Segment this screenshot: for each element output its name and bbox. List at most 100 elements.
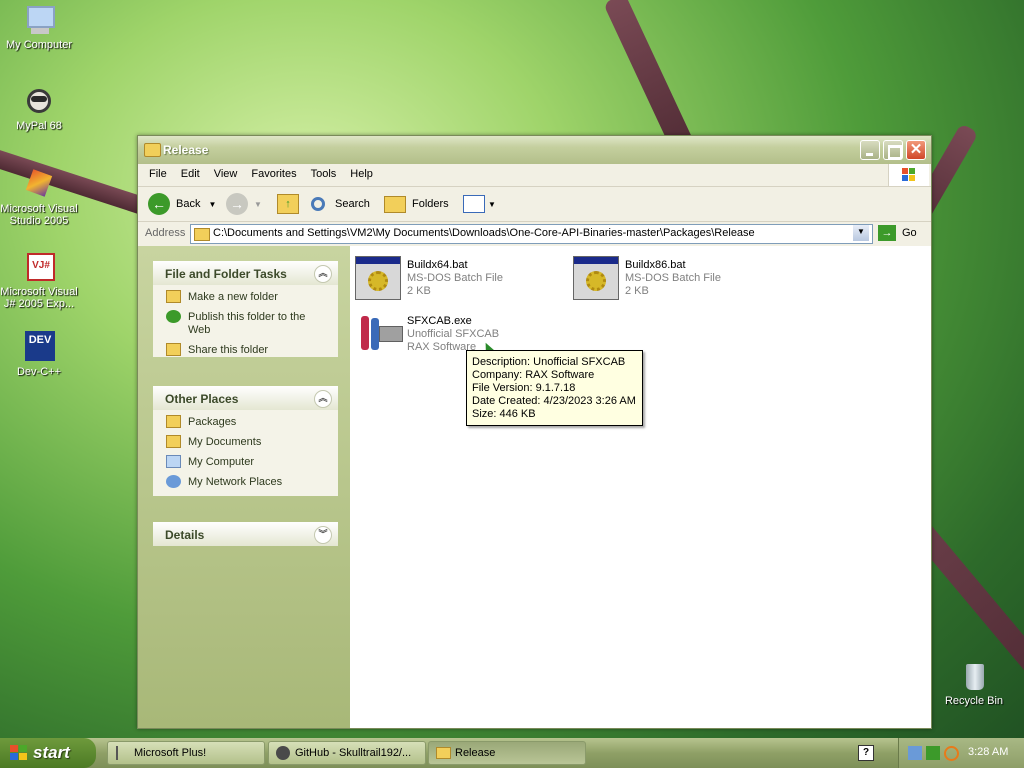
file-item[interactable]: Buildx86.bat MS-DOS Batch File 2 KB — [573, 256, 783, 304]
plus-icon — [116, 746, 128, 760]
share-folder-icon — [166, 343, 181, 356]
start-button[interactable]: start — [0, 738, 96, 768]
tooltip-version: File Version: 9.1.7.18 — [472, 382, 576, 394]
desktop-icon-label: My Computer — [5, 39, 73, 51]
file-info-tooltip: Description: Unofficial SFXCAB Company: … — [466, 350, 643, 426]
browser-icon — [276, 746, 290, 760]
task-pane: File and Folder Tasks ︽ Make a new folde… — [138, 246, 350, 728]
folder-icon — [194, 228, 210, 241]
back-arrow-icon: ← — [148, 193, 170, 215]
desktop-icon-label: MyPal 68 — [16, 120, 62, 132]
file-type: MS-DOS Batch File — [407, 272, 503, 284]
file-folder-tasks-panel: File and Folder Tasks ︽ Make a new folde… — [153, 261, 338, 357]
address-label: Address — [145, 227, 186, 239]
desktop-icon-visual-studio[interactable]: Microsoft Visual Studio 2005 — [0, 168, 79, 227]
go-button[interactable]: → Go — [878, 225, 917, 241]
search-icon — [311, 197, 325, 211]
file-type: MS-DOS Batch File — [625, 272, 721, 284]
network-tray-icon[interactable] — [908, 746, 922, 760]
raccoon-icon — [23, 85, 55, 117]
panel-header[interactable]: Other Places ︽ — [153, 386, 338, 410]
panel-header[interactable]: File and Folder Tasks ︽ — [153, 261, 338, 285]
taskbar-item-microsoft-plus[interactable]: Microsoft Plus! — [107, 741, 265, 765]
desktop-icon-vj[interactable]: VJ# Microsoft Visual J# 2005 Exp... — [0, 251, 79, 310]
toolbar: ← Back ▼ → ▼ ↑ Search Folders ▼ — [138, 187, 931, 222]
place-my-network-places[interactable]: My Network Places — [153, 475, 338, 489]
windows-logo-icon — [10, 745, 28, 761]
address-dropdown-button[interactable]: ▼ — [853, 225, 869, 241]
file-name: Buildx86.bat — [625, 259, 686, 271]
folders-button[interactable]: Folders — [384, 192, 449, 216]
views-button[interactable]: ▼ — [463, 192, 496, 216]
minimize-button[interactable] — [860, 140, 880, 160]
desktop-icon-recycle-bin[interactable]: Recycle Bin — [934, 660, 1014, 707]
network-places-icon — [166, 475, 181, 488]
forward-button[interactable]: → ▼ — [226, 192, 262, 216]
address-input[interactable]: C:\Documents and Settings\VM2\My Documen… — [190, 224, 873, 244]
task-publish-to-web[interactable]: Publish this folder to the Web — [153, 310, 308, 337]
up-folder-icon: ↑ — [277, 194, 299, 214]
system-tray: 3:28 AM — [898, 738, 1024, 768]
chevron-down-icon: ▼ — [208, 199, 217, 209]
computer-icon — [23, 4, 55, 36]
taskbar-item-github[interactable]: GitHub - Skulltrail192/... — [268, 741, 426, 765]
maximize-button[interactable] — [883, 140, 903, 160]
menu-edit[interactable]: Edit — [174, 164, 207, 184]
menu-bar: File Edit View Favorites Tools Help — [138, 164, 931, 187]
publish-web-icon — [166, 310, 181, 323]
collapse-icon[interactable]: ︽ — [314, 390, 332, 408]
address-bar: Address C:\Documents and Settings\VM2\My… — [138, 222, 931, 247]
file-name: SFXCAB.exe — [407, 315, 472, 327]
tooltip-created: Date Created: 4/23/2023 3:26 AM — [472, 395, 636, 407]
menu-file[interactable]: File — [142, 164, 174, 184]
desktop-icon-label: Microsoft Visual Studio 2005 — [0, 203, 78, 227]
vj-icon: VJ# — [23, 251, 55, 283]
desktop-icon-label: Microsoft Visual J# 2005 Exp... — [0, 286, 78, 310]
expand-icon[interactable]: ︾ — [314, 526, 332, 544]
file-item[interactable]: Buildx64.bat MS-DOS Batch File 2 KB — [355, 256, 565, 304]
back-button[interactable]: ← Back ▼ — [148, 192, 216, 216]
search-tray-icon[interactable] — [944, 746, 959, 761]
taskbar: start Microsoft Plus! GitHub - Skulltrai… — [0, 738, 1024, 768]
file-type: Unofficial SFXCAB — [407, 328, 500, 340]
desktop-icon-label: Dev-C++ — [16, 366, 62, 378]
details-panel: Details ︾ — [153, 522, 338, 546]
tooltip-company: Company: RAX Software — [472, 369, 595, 381]
place-my-computer[interactable]: My Computer — [153, 455, 338, 469]
up-folder-button[interactable]: ↑ — [277, 192, 299, 216]
menu-view[interactable]: View — [207, 164, 245, 184]
taskbar-item-release[interactable]: Release — [428, 741, 586, 765]
windows-logo-icon — [888, 164, 929, 186]
title-bar[interactable]: Release ✕ — [138, 136, 931, 164]
menu-favorites[interactable]: Favorites — [244, 164, 303, 184]
other-places-panel: Other Places ︽ Packages My Documents My … — [153, 386, 338, 496]
views-icon — [463, 195, 485, 213]
collapse-icon[interactable]: ︽ — [314, 265, 332, 283]
task-share-folder[interactable]: Share this folder — [153, 343, 338, 357]
tooltip-size: Size: 446 KB — [472, 408, 536, 420]
visual-studio-icon — [23, 168, 55, 200]
place-my-documents[interactable]: My Documents — [153, 435, 338, 449]
new-folder-icon — [166, 290, 181, 303]
close-button[interactable]: ✕ — [906, 140, 926, 160]
place-packages[interactable]: Packages — [153, 415, 338, 429]
file-size: 2 KB — [625, 285, 649, 297]
panel-header[interactable]: Details ︾ — [153, 522, 338, 546]
desktop-icon-my-computer[interactable]: My Computer — [0, 4, 79, 51]
chevron-down-icon: ▼ — [857, 227, 865, 236]
chevron-down-icon: ▼ — [254, 199, 262, 209]
devcpp-icon: DEV — [23, 331, 55, 363]
help-icon[interactable]: ? — [858, 745, 874, 761]
security-tray-icon[interactable] — [926, 746, 940, 760]
my-documents-icon — [166, 435, 181, 448]
task-make-new-folder[interactable]: Make a new folder — [153, 290, 338, 304]
menu-help[interactable]: Help — [343, 164, 380, 184]
desktop-icon-devcpp[interactable]: DEV Dev-C++ — [0, 331, 79, 378]
explorer-window: Release ✕ File Edit View Favorites Tools Help… — [137, 135, 932, 729]
menu-tools[interactable]: Tools — [304, 164, 344, 184]
desktop-icon-mypal[interactable]: MyPal 68 — [0, 85, 79, 132]
search-button[interactable]: Search — [311, 192, 370, 216]
folders-icon — [384, 195, 406, 213]
computer-icon — [166, 455, 181, 468]
clock: 3:28 AM — [968, 746, 1009, 758]
